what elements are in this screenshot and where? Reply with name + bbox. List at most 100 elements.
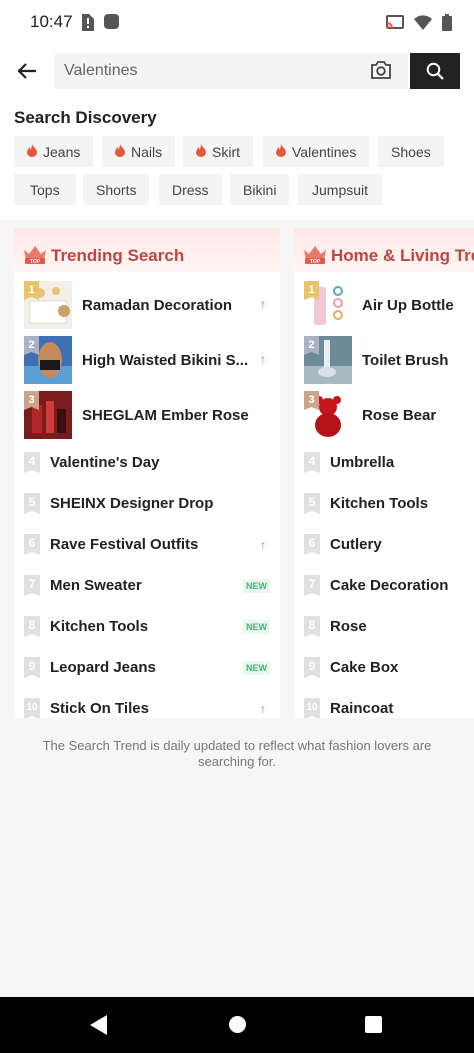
search-icon [426,62,444,80]
home-item-9[interactable]: 9 Cake Box [304,649,474,689]
trend-label: Ramadan Decoration [82,297,233,314]
app-notification-icon [104,14,119,29]
new-badge: NEW [243,661,270,675]
card-title: Trending Search [51,246,185,265]
home-item-10[interactable]: 10 Raincoat [304,690,474,718]
search-header [0,48,474,94]
rank-badge: 10 [304,698,320,718]
chip-label: Jumpsuit [312,181,369,198]
chip-nails[interactable]: Nails [102,136,176,167]
home-label: Cake Box [330,659,399,676]
chip-label: Valentines [292,143,357,160]
trend-label: Valentine's Day [50,454,160,471]
new-badge: NEW [243,579,270,593]
search-button[interactable] [410,53,460,89]
trend-area: TOP Trending Search 1 Ramadan Decoration… [0,220,474,997]
home-item-1[interactable]: 1 Air Up Bottle [304,281,474,333]
top-crown-icon: TOP [304,246,326,264]
rank-badge: 8 [304,616,320,637]
rank-badge: 7 [24,575,40,596]
chip-valentines[interactable]: Valentines [263,136,370,167]
trend-item-5[interactable]: 5 SHEINX Designer Drop [24,485,280,525]
home-item-7[interactable]: 7 Cake Decoration [304,567,474,607]
trend-item-4[interactable]: 4 Valentine's Day [24,444,280,484]
chip-label: Dress [172,181,209,198]
trend-label: Men Sweater [50,577,142,594]
nav-recents-icon[interactable] [365,1016,382,1033]
home-label: Umbrella [330,454,395,471]
card-header: TOP Trending Search [14,228,280,272]
chip-dress[interactable]: Dress [159,174,222,205]
chip-shorts[interactable]: Shorts [83,174,150,205]
rank-badge: 9 [304,657,320,678]
search-input[interactable] [64,53,354,89]
rank-badge: 5 [24,493,40,514]
trending-up-icon: ↑ [260,538,266,552]
chip-label: Skirt [212,143,240,160]
trending-search-card: TOP Trending Search 1 Ramadan Decoration… [14,228,280,718]
home-label: Raincoat [330,700,394,717]
trend-label: High Waisted Bikini S... [82,352,249,369]
home-label: Rose [330,618,367,635]
search-discovery-title: Search Discovery [14,108,157,127]
card-header: TOP Home & Living Trends [294,228,474,272]
chip-label: Tops [30,181,60,198]
home-item-6[interactable]: 6 Cutlery [304,526,474,566]
trending-up-icon: ↑ [260,702,266,716]
home-item-8[interactable]: 8 Rose [304,608,474,648]
rank-badge: 9 [24,657,40,678]
home-label: Kitchen Tools [330,495,429,512]
trend-item-6[interactable]: 6 Rave Festival Outfits ↑ [24,526,280,566]
status-bar: 10:47 [0,0,474,46]
home-item-4[interactable]: 4 Umbrella [304,444,474,484]
trend-item-10[interactable]: 10 Stick On Tiles ↑ [24,690,280,718]
trend-item-3[interactable]: 3 SHEGLAM Ember Rose [24,391,280,443]
system-nav-bar [0,997,474,1053]
battery-icon [442,14,452,31]
wifi-icon [414,15,432,30]
chip-label: Shoes [391,143,431,160]
nav-back-icon[interactable] [90,1015,108,1035]
trend-item-2[interactable]: 2 High Waisted Bikini S... ↑ [24,336,280,388]
camera-search-button[interactable] [370,60,394,82]
chip-skirt[interactable]: Skirt [183,136,253,167]
search-box [54,53,408,89]
trend-label: SHEGLAM Ember Rose [82,407,249,424]
trend-item-7[interactable]: 7 Men Sweater NEW [24,567,280,607]
rank-badge: 4 [304,452,320,473]
status-left-icons [80,14,119,31]
trend-label: Rave Festival Outfits [50,536,199,553]
home-label: Cake Decoration [330,577,449,594]
trend-item-1[interactable]: 1 Ramadan Decoration ↑ [24,281,280,333]
rank-badge: 6 [304,534,320,555]
trend-item-8[interactable]: 8 Kitchen Tools NEW [24,608,280,648]
home-label: Rose Bear [362,407,437,424]
home-item-2[interactable]: 2 Toilet Brush [304,336,474,388]
home-living-card: TOP Home & Living Trends 1 Air Up Bottle… [294,228,474,718]
home-label: Air Up Bottle [362,297,454,314]
trend-item-9[interactable]: 9 Leopard Jeans NEW [24,649,280,689]
chip-jeans[interactable]: Jeans [14,136,94,167]
trending-up-icon: ↑ [260,352,266,366]
trend-label: Stick On Tiles [50,700,149,717]
rank-badge: 10 [24,698,40,718]
new-badge: NEW [243,620,270,634]
chip-jumpsuit[interactable]: Jumpsuit [298,174,383,205]
trending-up-icon: ↑ [260,297,266,311]
chip-bikini[interactable]: Bikini [230,174,290,205]
trend-label: Kitchen Tools [50,618,149,635]
back-button[interactable] [10,54,44,88]
home-item-5[interactable]: 5 Kitchen Tools [304,485,474,525]
home-item-3[interactable]: 3 Rose Bear [304,391,474,443]
svg-text:TOP: TOP [30,259,41,264]
status-time: 10:47 [30,12,73,31]
arrow-left-icon [17,63,36,79]
trend-footnote: The Search Trend is daily updated to ref… [42,738,432,769]
trend-label: SHEINX Designer Drop [50,495,214,512]
nav-home-icon[interactable] [229,1016,246,1033]
chip-tops[interactable]: Tops [14,174,76,205]
fire-icon [276,143,286,160]
chip-shoes[interactable]: Shoes [378,136,444,167]
rank-badge: 6 [24,534,40,555]
fire-icon [196,143,206,160]
